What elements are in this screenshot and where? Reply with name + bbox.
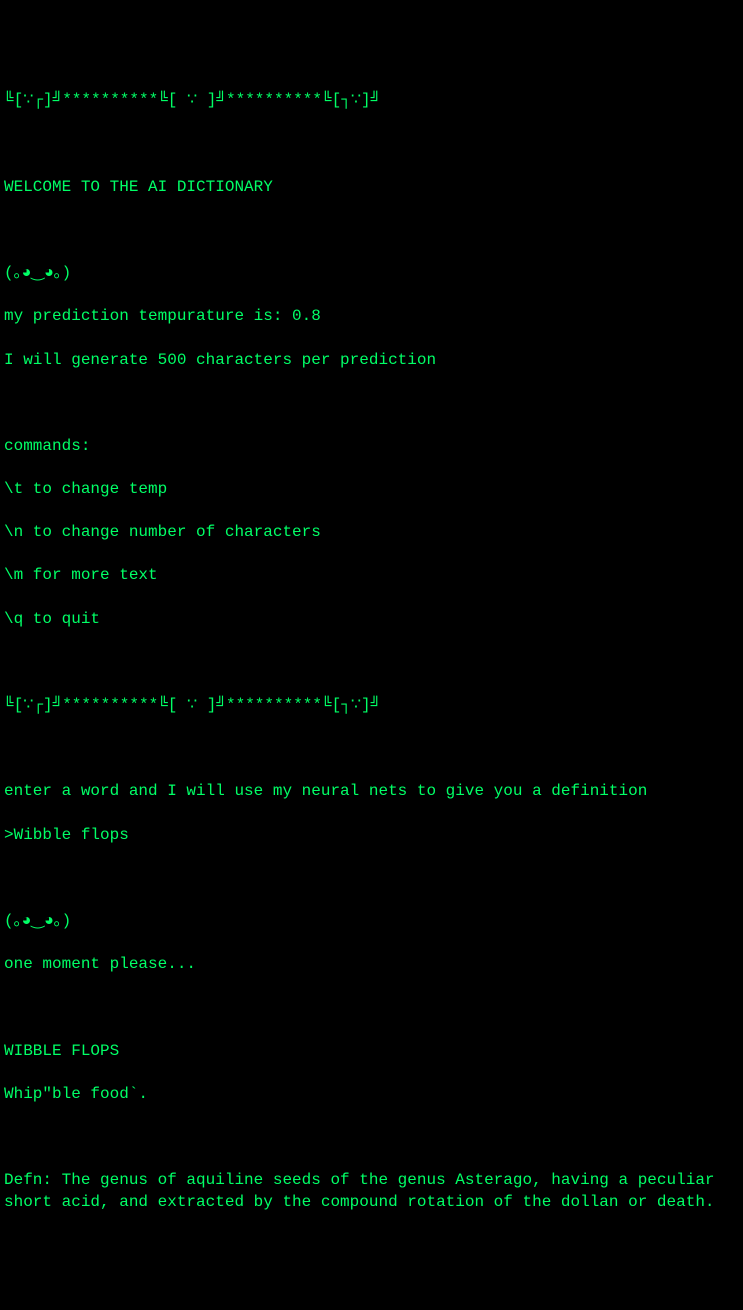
welcome-title: WELCOME TO THE AI DICTIONARY [4,177,739,199]
blank-line [4,738,739,760]
prompt-instruction: enter a word and I will use my neural ne… [4,781,739,803]
command-n: \n to change number of characters [4,522,739,544]
banner-bottom: ╚[∵┌]╝**********╚[ ∵ ]╝**********╚[┐∵]╝ [4,695,739,717]
result-subheader: Whip"ble food`. [4,1084,739,1106]
command-m: \m for more text [4,565,739,587]
blank-line [4,393,739,415]
temperature-line: my prediction tempurature is: 0.8 [4,306,739,328]
blank-line [4,134,739,156]
result-header: WIBBLE FLOPS [4,1041,739,1063]
banner-top: ╚[∵┌]╝**********╚[ ∵ ]╝**********╚[┐∵]╝ [4,90,739,112]
user-input-line[interactable]: >Wibble flops [4,825,739,847]
blank-line [4,1127,739,1149]
blank-line [4,220,739,242]
commands-header: commands: [4,436,739,458]
command-t: \t to change temp [4,479,739,501]
blank-line [4,868,739,890]
command-q: \q to quit [4,609,739,631]
blank-line [4,997,739,1019]
blank-line [4,652,739,674]
face-emoticon-2: (｡◕‿◕｡) [4,911,739,933]
char-count-line: I will generate 500 characters per predi… [4,350,739,372]
face-emoticon: (｡◕‿◕｡) [4,263,739,285]
definition-text: Defn: The genus of aquiline seeds of the… [4,1170,739,1213]
wait-message: one moment please... [4,954,739,976]
